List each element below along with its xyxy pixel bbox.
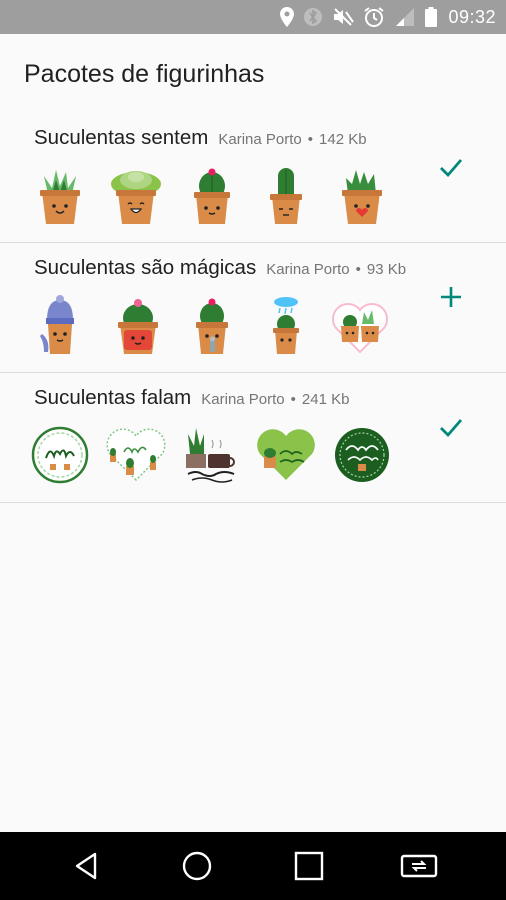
home-button[interactable]: [162, 832, 232, 900]
sticker-preview: [256, 164, 316, 226]
pack-author: Karina Porto: [266, 261, 350, 278]
sticker-preview: [30, 294, 90, 356]
sticker-preview: [106, 424, 166, 486]
pack-author: Karina Porto: [201, 391, 285, 408]
home-icon: [182, 851, 212, 881]
sticker-preview: [108, 294, 168, 356]
pack-meta: Karina Porto • 93 Kb: [266, 261, 407, 278]
pack-size: 241 Kb: [301, 391, 350, 408]
pack-size: 142 Kb: [319, 131, 367, 148]
pack-meta: Karina Porto • 241 Kb: [201, 391, 350, 408]
recents-button[interactable]: [274, 832, 344, 900]
pack-author: Karina Porto: [218, 131, 302, 148]
rotate-screen-icon: [400, 854, 438, 878]
back-icon: [75, 852, 97, 880]
pack-name: Suculentas falam: [34, 386, 192, 409]
sticker-preview: [330, 294, 390, 356]
location-icon: [280, 7, 295, 27]
add-pack-icon[interactable]: [434, 280, 468, 314]
navigation-bar: [0, 832, 506, 900]
sticker-preview: [256, 294, 316, 356]
sticker-preview: [332, 164, 392, 226]
pack-added-check-icon[interactable]: [434, 410, 468, 444]
rotate-screen-button[interactable]: [384, 832, 454, 900]
alarm-icon: [364, 7, 385, 27]
pack-name: Suculentas sentem: [34, 126, 209, 149]
sticker-preview: [30, 424, 90, 486]
status-time: 09:32: [448, 6, 496, 27]
pack-added-check-icon[interactable]: [434, 150, 468, 184]
sticker-preview: [106, 164, 166, 226]
battery-icon: [425, 7, 438, 27]
sticker-preview: [256, 424, 316, 486]
signal-icon: [396, 8, 415, 26]
sticker-pack-item[interactable]: Suculentas são mágicas Karina Porto • 93 K…: [0, 242, 506, 373]
sticker-pack-item[interactable]: Suculentas falam Karina Porto • 241 Kb: [0, 372, 506, 503]
sticker-preview: [332, 424, 392, 486]
sticker-preview: [182, 294, 242, 356]
status-bar: 09:32: [0, 0, 506, 34]
sticker-preview: [30, 164, 90, 226]
page-title: Pacotes de figurinhas: [24, 60, 265, 88]
pack-meta: Karina Porto • 142 Kb: [218, 131, 367, 148]
recents-icon: [294, 851, 324, 881]
pack-name: Suculentas são mágicas: [34, 256, 257, 279]
sticker-pack-item[interactable]: Suculentas sentem Karina Porto • 142 Kb: [0, 112, 506, 243]
back-button[interactable]: [52, 832, 122, 900]
mute-icon: [334, 8, 355, 26]
sticker-preview: [182, 164, 242, 226]
bluetooth-icon: [304, 8, 323, 26]
sticker-preview: [182, 424, 242, 486]
pack-size: 93 Kb: [366, 261, 407, 278]
